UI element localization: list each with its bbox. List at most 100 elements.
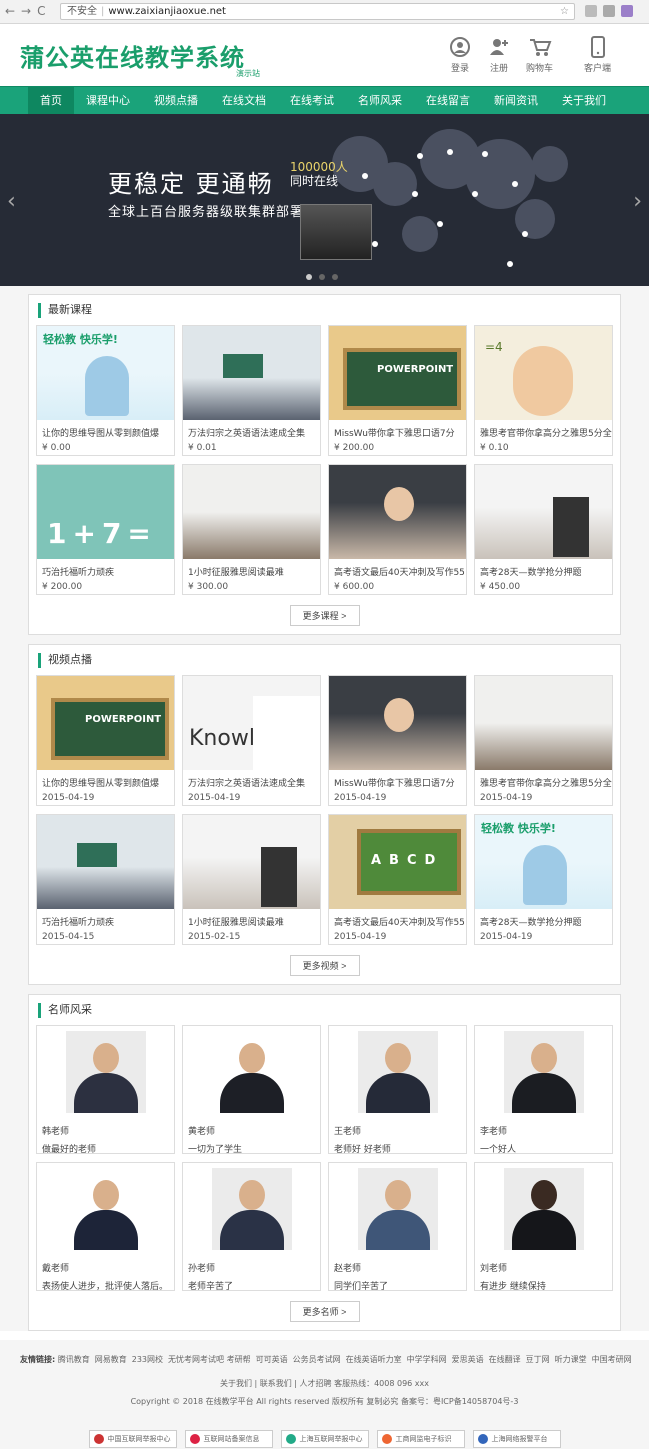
teacher-card[interactable]: 赵老师 同学们辛苦了 (328, 1162, 467, 1292)
friend-link[interactable]: 无忧考网考试吧 考研帮 (168, 1355, 251, 1364)
badge-label: 工商网监电子标识 (395, 1435, 452, 1443)
course-card[interactable]: 高考语文最后40天冲刺及写作55 ¥ 600.00 (328, 464, 467, 595)
video-thumbnail (329, 676, 466, 770)
video-name: 高考语文最后40天冲刺及写作55 (334, 918, 465, 928)
teacher-card[interactable]: 戴老师 表扬使人进步，批评使人落后。 (36, 1162, 175, 1292)
teacher-motto: 一切为了学生 (188, 1145, 243, 1155)
friend-link[interactable]: 豆丁网 (526, 1355, 550, 1364)
video-thumbnail (37, 815, 174, 909)
footer-copyright: Copyright © 2018 在线教学平台 All rights reser… (130, 1397, 519, 1406)
more-courses-button[interactable]: 更多课程 > (289, 605, 360, 626)
friend-link[interactable]: 网易教育 (95, 1355, 127, 1364)
cart-link[interactable]: 购物车 (526, 36, 553, 74)
login-link[interactable]: 登录 (449, 36, 471, 74)
course-card[interactable]: POWERPOINT MissWu带你拿下雅思口语7分 ¥ 200.00 (328, 325, 467, 456)
site-logo[interactable]: 蒲公英在线教学系统 (20, 38, 245, 73)
badge-label: 中国互联网举报中心 (107, 1435, 171, 1443)
online-count: 100000人 (290, 160, 348, 174)
carousel-dot[interactable] (332, 274, 338, 280)
teacher-card[interactable]: 韩老师 做最好的老师 (36, 1025, 175, 1155)
video-card[interactable]: 1小时征服雅思阅读最难 2015-02-15 (182, 814, 321, 945)
teacher-motto: 做最好的老师 (42, 1145, 97, 1155)
icp-badge[interactable]: 互联网站备案信息 (184, 1430, 273, 1448)
video-card[interactable]: ABCD 高考语文最后40天冲刺及写作55 2015-04-19 (328, 814, 467, 945)
course-price: ¥ 450.00 (480, 582, 521, 592)
nav-news[interactable]: 新闻资讯 (482, 87, 550, 115)
friend-link[interactable]: 爱思英语 (452, 1355, 484, 1364)
friend-link[interactable]: 公务员考试网 (293, 1355, 341, 1364)
nav-exam[interactable]: 在线考试 (278, 87, 346, 115)
more-videos-button[interactable]: 更多视频 > (289, 955, 360, 976)
nav-docs[interactable]: 在线文档 (210, 87, 278, 115)
video-card[interactable]: MissWu带你拿下雅思口语7分 2015-04-19 (328, 675, 467, 806)
course-card[interactable]: 1小时征服雅思阅读最难 ¥ 300.00 (182, 464, 321, 595)
banner-subheadline: 全球上百台服务器级联集群部署 (108, 205, 305, 220)
teacher-motto: 表扬使人进步，批评使人落后。 (42, 1282, 169, 1292)
video-date: 2015-04-19 (42, 793, 95, 803)
more-teachers-button[interactable]: 更多名师 > (289, 1301, 360, 1322)
video-date: 2015-04-19 (334, 793, 387, 803)
bookmark-star-icon[interactable]: ☆ (560, 4, 569, 19)
nav-teachers[interactable]: 名师风采 (346, 87, 414, 115)
banner-prev-arrow[interactable]: ‹ (7, 189, 16, 214)
nav-message[interactable]: 在线留言 (414, 87, 482, 115)
report-center-badge[interactable]: 中国互联网举报中心 (88, 1430, 177, 1448)
client-app-link[interactable]: 客户端 (584, 36, 611, 74)
browser-nav-buttons[interactable]: ←→C (5, 4, 52, 18)
register-label: 注册 (489, 64, 508, 74)
teacher-photo (65, 1031, 146, 1113)
extension-icon[interactable] (621, 5, 633, 17)
teacher-photo (211, 1168, 292, 1250)
badge-label: 上海网络报警平台 (491, 1435, 548, 1443)
nav-courses[interactable]: 课程中心 (74, 87, 142, 115)
course-card[interactable]: 高考28天—数学抢分押题 ¥ 450.00 (474, 464, 613, 595)
teacher-card[interactable]: 王老师 老师好 好老师 (328, 1025, 467, 1155)
friend-link[interactable]: 在线翻译 (489, 1355, 521, 1364)
video-card[interactable]: POWERPOINT 让你的思维导图从零到颜值爆 2015-04-19 (36, 675, 175, 806)
video-card[interactable]: Knowl 万法归宗之英语语法速成全集 2015-04-19 (182, 675, 321, 806)
carousel-dot[interactable] (306, 274, 312, 280)
business-license-badge[interactable]: 工商网监电子标识 (376, 1430, 465, 1448)
nav-about[interactable]: 关于我们 (550, 87, 618, 115)
friend-link[interactable]: 听力课堂 (555, 1355, 587, 1364)
friend-link[interactable]: 在线英语听力室 (346, 1355, 402, 1364)
teacher-photo (357, 1031, 438, 1113)
friend-link[interactable]: 腾讯教育 (58, 1355, 90, 1364)
teacher-card[interactable]: 孙老师 老师辛苦了 (182, 1162, 321, 1292)
nav-home[interactable]: 首页 (28, 87, 74, 115)
course-thumbnail: 轻松教 快乐学! (37, 326, 174, 420)
course-thumbnail (329, 465, 466, 559)
course-name: 让你的思维导图从零到颜值爆 (42, 429, 160, 439)
course-card[interactable]: 1+7= 巧治托福听力顽疾 ¥ 200.00 (36, 464, 175, 595)
banner-next-arrow[interactable]: › (633, 189, 642, 214)
add-user-icon (490, 39, 508, 55)
friend-link[interactable]: 中国考研网 (592, 1355, 632, 1364)
teacher-card[interactable]: 黄老师 一切为了学生 (182, 1025, 321, 1155)
extension-icon[interactable] (585, 5, 597, 17)
course-card[interactable]: 轻松教 快乐学! 让你的思维导图从零到颜值爆 ¥ 0.00 (36, 325, 175, 456)
footer-contact-line[interactable]: 关于我们 | 联系我们 | 人才招聘 客服热线：4008 096 xxx (0, 1378, 649, 1389)
video-card[interactable]: 雅思考官带你拿高分之雅思5分全 2015-04-19 (474, 675, 613, 806)
address-bar[interactable]: 不安全 | www.zaixianjiaoxue.net ☆ (60, 3, 575, 20)
police-badge[interactable]: 上海网络报警平台 (472, 1430, 561, 1448)
course-card[interactable]: 万法归宗之英语语法速成全集 ¥ 0.01 (182, 325, 321, 456)
course-price: ¥ 200.00 (42, 582, 83, 592)
video-card[interactable]: 巧治托福听力顽疾 2015-04-15 (36, 814, 175, 945)
teacher-card[interactable]: 李老师 一个好人 (474, 1025, 613, 1155)
nav-video[interactable]: 视频点播 (142, 87, 210, 115)
teacher-card[interactable]: 刘老师 有进步 继续保持 (474, 1162, 613, 1292)
video-card[interactable]: 轻松教 快乐学! 高考28天—数学抢分押题 2015-04-19 (474, 814, 613, 945)
url-text[interactable]: www.zaixianjiaoxue.net (108, 6, 226, 17)
teacher-name: 刘老师 (480, 1264, 508, 1274)
teacher-name: 赵老师 (334, 1264, 362, 1274)
extension-icon[interactable] (603, 5, 615, 17)
shanghai-report-badge[interactable]: 上海互联网举报中心 (280, 1430, 369, 1448)
friend-link[interactable]: 233网校 (132, 1355, 163, 1364)
register-link[interactable]: 注册 (488, 36, 510, 74)
friend-link[interactable]: 中学学科网 (407, 1355, 447, 1364)
course-name: 1小时征服雅思阅读最难 (188, 568, 284, 578)
carousel-dot[interactable] (319, 274, 325, 280)
video-thumbnail: ABCD (329, 815, 466, 909)
course-card[interactable]: =4 雅思考官带你拿高分之雅思5分全 ¥ 0.10 (474, 325, 613, 456)
friend-link[interactable]: 可可英语 (256, 1355, 288, 1364)
